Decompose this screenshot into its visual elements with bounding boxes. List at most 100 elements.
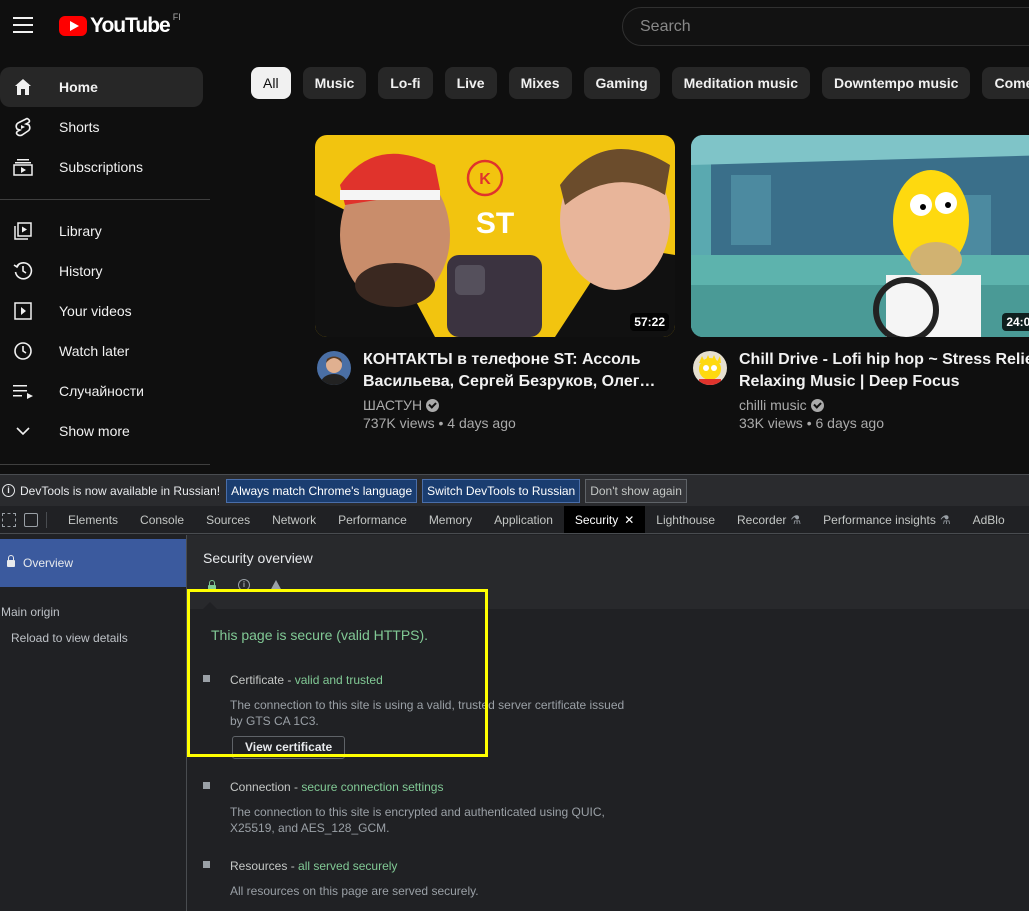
flask-icon: ⚗ bbox=[939, 512, 951, 527]
sidebar-divider bbox=[0, 199, 210, 200]
tab-network[interactable]: Network bbox=[261, 506, 327, 533]
sidebar-item-shorts[interactable]: Shorts bbox=[0, 107, 203, 147]
country-code: FI bbox=[172, 12, 181, 22]
switch-to-russian-button[interactable]: Switch DevTools to Russian bbox=[422, 478, 581, 503]
devtools-tabbar: Elements Console Sources Network Perform… bbox=[0, 506, 1029, 534]
video-duration: 24:06: bbox=[1002, 313, 1029, 331]
connection-label: Connection - bbox=[230, 780, 302, 794]
lock-icon bbox=[7, 555, 15, 567]
your-videos-icon bbox=[13, 301, 33, 321]
video-thumbnail[interactable]: 24:06: bbox=[691, 135, 1029, 337]
certificate-status: valid and trusted bbox=[294, 673, 383, 687]
channel-avatar[interactable] bbox=[317, 351, 351, 385]
inspect-element-icon[interactable] bbox=[2, 512, 16, 527]
tab-lighthouse[interactable]: Lighthouse bbox=[645, 506, 726, 533]
sidebar-item-watch-later[interactable]: Watch later bbox=[0, 331, 203, 371]
flask-icon: ⚗ bbox=[790, 512, 802, 527]
tab-application[interactable]: Application bbox=[483, 506, 564, 533]
sidebar-item-history[interactable]: History bbox=[0, 251, 203, 291]
tab-recorder-label: Recorder bbox=[737, 512, 787, 527]
resources-title: Resources - all served securely bbox=[230, 859, 397, 873]
video-title[interactable]: КОНТАКТЫ в телефоне ST: Ассоль Васильева… bbox=[363, 349, 675, 393]
devtools-panel: i DevTools is now available in Russian! … bbox=[0, 474, 1029, 911]
resources-description: All resources on this page are served se… bbox=[230, 884, 479, 898]
overview-label: Overview bbox=[23, 556, 74, 570]
chip-gaming[interactable]: Gaming bbox=[583, 67, 660, 99]
toolbar-divider bbox=[46, 511, 47, 528]
chip-meditation-music[interactable]: Meditation music bbox=[671, 67, 810, 99]
bullet-icon bbox=[203, 675, 210, 682]
search-input[interactable]: Search bbox=[622, 7, 1029, 46]
sidebar-item-library[interactable]: Library bbox=[0, 211, 203, 251]
main-origin-heading: Main origin bbox=[1, 605, 60, 619]
chip-all[interactable]: All bbox=[251, 67, 291, 99]
library-icon bbox=[13, 221, 33, 241]
tab-memory[interactable]: Memory bbox=[418, 506, 483, 533]
dont-show-again-button[interactable]: Don't show again bbox=[585, 478, 687, 503]
shorts-icon bbox=[13, 117, 33, 137]
tab-adblock[interactable]: AdBlo bbox=[962, 506, 1016, 533]
connection-description: The connection to this site is encrypted… bbox=[230, 805, 605, 835]
device-toolbar-icon[interactable] bbox=[24, 512, 38, 527]
chip-mixes[interactable]: Mixes bbox=[508, 67, 572, 99]
chip-lofi[interactable]: Lo-fi bbox=[378, 67, 433, 99]
sidebar-item-playlist[interactable]: Случайности bbox=[0, 371, 203, 411]
video-title[interactable]: Chill Drive - Lofi hip hop ~ Stress Reli… bbox=[739, 349, 1029, 393]
verified-icon bbox=[426, 398, 440, 412]
video-card: 24:06: Chill Drive - Lofi hip hop ~ Stre… bbox=[691, 135, 1029, 431]
info-icon: i bbox=[237, 578, 251, 592]
sidebar-divider bbox=[0, 464, 210, 465]
sidebar-item-your-videos[interactable]: Your videos bbox=[0, 291, 203, 331]
view-certificate-button[interactable]: View certificate bbox=[232, 736, 346, 759]
video-card: K ST 57:22 КОНТАКТЫ в телефоне ST: Ассол… bbox=[315, 135, 675, 431]
close-icon[interactable]: ✕ bbox=[624, 513, 634, 527]
menu-icon[interactable] bbox=[13, 17, 33, 33]
security-sidebar: Overview Main origin Reload to view deta… bbox=[0, 535, 187, 911]
thumbnail-image: K ST bbox=[315, 135, 675, 337]
tab-security-label: Security bbox=[574, 512, 619, 527]
always-match-language-button[interactable]: Always match Chrome's language bbox=[226, 478, 418, 503]
video-duration: 57:22 bbox=[630, 313, 669, 331]
video-thumbnail[interactable]: K ST 57:22 bbox=[315, 135, 675, 337]
chip-live[interactable]: Live bbox=[444, 67, 497, 99]
tab-console[interactable]: Console bbox=[129, 506, 195, 533]
tab-recorder[interactable]: Recorder ⚗ bbox=[726, 506, 812, 533]
tab-performance-insights[interactable]: Performance insights ⚗ bbox=[812, 506, 961, 533]
language-infobar: i DevTools is now available in Russian! … bbox=[0, 474, 1029, 506]
chevron-down-icon bbox=[13, 421, 33, 441]
sidebar-item-overview[interactable]: Overview bbox=[0, 539, 186, 587]
reload-to-view-details[interactable]: Reload to view details bbox=[11, 631, 128, 645]
tab-performance[interactable]: Performance bbox=[327, 506, 418, 533]
channel-name[interactable]: chilli music bbox=[739, 397, 1029, 413]
certificate-title: Certificate - valid and trusted bbox=[230, 673, 383, 687]
sidebar-item-show-more[interactable]: Show more bbox=[0, 411, 203, 451]
security-overview-panel: Security overview i This page is secure … bbox=[187, 535, 1029, 911]
history-icon bbox=[13, 261, 33, 281]
sidebar-item-label: Your videos bbox=[59, 303, 132, 319]
channel-name-text: ШАСТУН bbox=[363, 397, 423, 413]
playlist-icon bbox=[13, 381, 33, 401]
tab-security[interactable]: Security ✕ bbox=[563, 506, 646, 533]
chip-comedy[interactable]: Comedy C bbox=[982, 67, 1029, 99]
thumbnail-image bbox=[691, 135, 1029, 337]
sidebar-item-home[interactable]: Home bbox=[0, 67, 203, 107]
channel-avatar[interactable] bbox=[693, 351, 727, 385]
sidebar-item-label: Shorts bbox=[59, 119, 100, 135]
bullet-icon bbox=[203, 782, 210, 789]
warning-icon bbox=[269, 578, 283, 592]
home-icon bbox=[13, 77, 33, 97]
sidebar-item-label: Watch later bbox=[59, 343, 130, 359]
chip-downtempo-music[interactable]: Downtempo music bbox=[822, 67, 971, 99]
sidebar-item-subscriptions[interactable]: Subscriptions bbox=[0, 147, 203, 187]
secure-lock-icon bbox=[205, 578, 219, 592]
youtube-play-icon bbox=[59, 16, 87, 36]
tab-sources[interactable]: Sources bbox=[195, 506, 261, 533]
chip-music[interactable]: Music bbox=[302, 67, 367, 99]
sidebar-item-label: Show more bbox=[59, 423, 130, 439]
channel-name[interactable]: ШАСТУН bbox=[363, 397, 675, 413]
tab-performance-insights-label: Performance insights bbox=[823, 512, 936, 527]
filter-chips: All Music Lo-fi Live Mixes Gaming Medita… bbox=[251, 67, 1029, 99]
tab-elements[interactable]: Elements bbox=[57, 506, 129, 533]
youtube-logo[interactable]: YouTube FI bbox=[59, 12, 181, 38]
sidebar-item-label: Случайности bbox=[59, 383, 144, 399]
